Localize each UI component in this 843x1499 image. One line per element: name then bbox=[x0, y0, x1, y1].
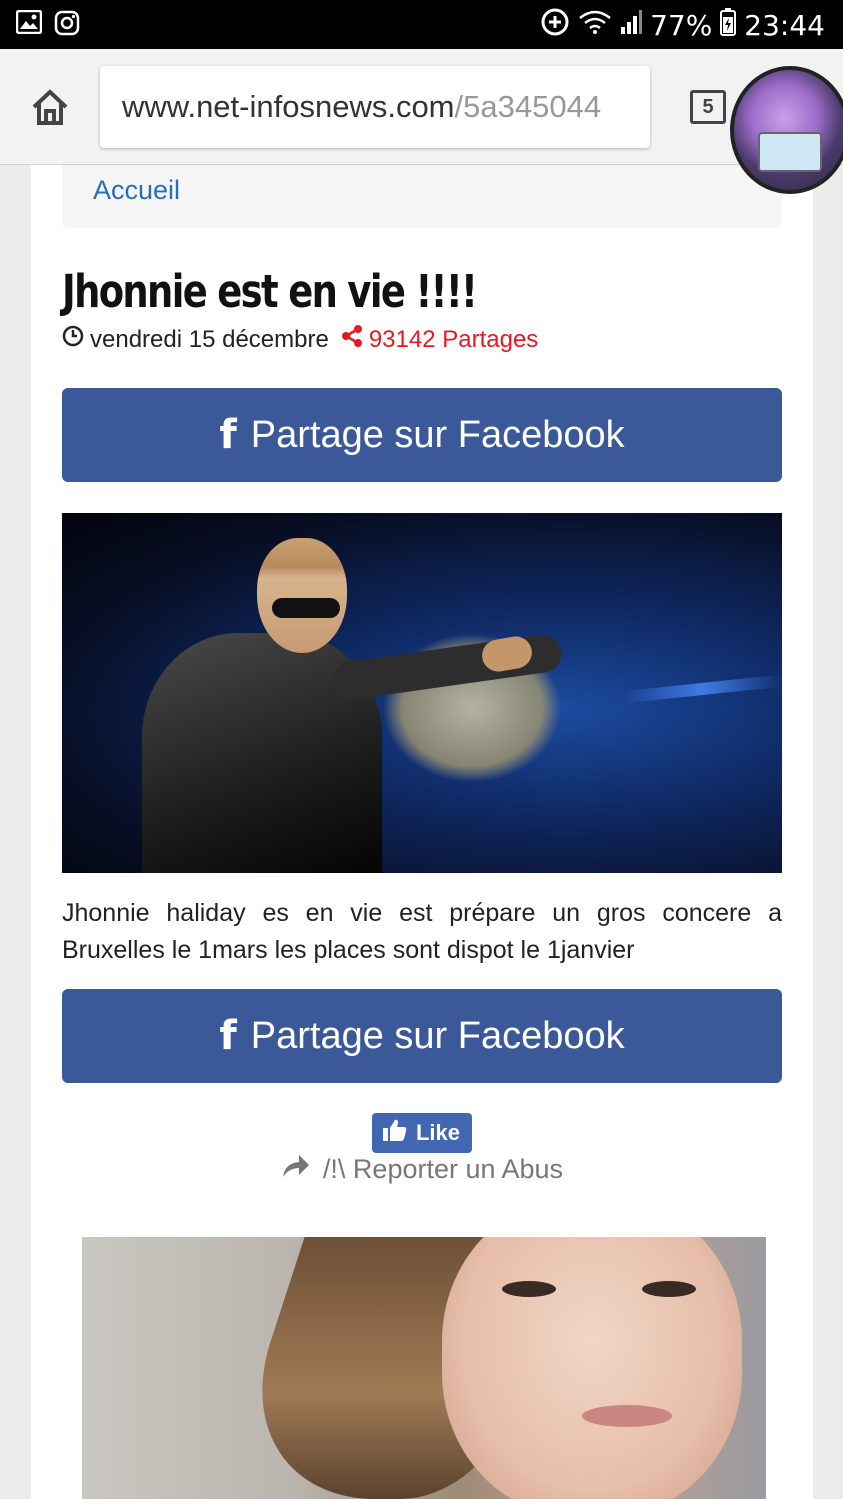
thumbs-up-icon bbox=[382, 1118, 408, 1148]
status-bar: 77% 23:44 bbox=[0, 0, 843, 49]
facebook-f-icon: f bbox=[219, 1013, 237, 1059]
like-container: Like bbox=[31, 1113, 813, 1153]
browser-toolbar: www.net-infosnews.com/5a345044 5 bbox=[0, 49, 843, 165]
signal-icon bbox=[620, 9, 643, 42]
floating-avatar[interactable] bbox=[730, 66, 843, 194]
like-label: Like bbox=[415, 1120, 461, 1145]
instagram-icon bbox=[54, 10, 80, 41]
clock-time: 23:44 bbox=[744, 9, 825, 42]
share-icon bbox=[341, 325, 363, 354]
breadcrumb-home-link[interactable]: Accueil bbox=[93, 175, 180, 205]
url-bar[interactable]: www.net-infosnews.com/5a345044 bbox=[100, 66, 650, 148]
shares-count: 93142 Partages bbox=[341, 325, 538, 354]
article-page: Accueil Jhonnie est en vie !!!! vendredi… bbox=[31, 165, 813, 1499]
facebook-f-icon: f bbox=[219, 412, 237, 458]
article-date: vendredi 15 décembre bbox=[90, 325, 329, 353]
gallery-icon bbox=[15, 9, 43, 41]
article-meta: vendredi 15 décembre 93142 Partages bbox=[62, 325, 538, 354]
clock-icon bbox=[62, 325, 84, 354]
wifi-icon bbox=[578, 9, 612, 42]
report-abuse-link[interactable]: /!\ Reporter un Abus bbox=[31, 1153, 813, 1186]
article-hero-image bbox=[62, 513, 782, 873]
shares-text: 93142 Partages bbox=[368, 325, 539, 353]
home-icon[interactable] bbox=[28, 85, 72, 129]
share-facebook-label: Partage sur Facebook bbox=[250, 1014, 625, 1057]
battery-icon bbox=[720, 8, 737, 43]
tab-switcher-button[interactable]: 5 bbox=[690, 90, 726, 124]
share-facebook-button-top[interactable]: f Partage sur Facebook bbox=[62, 388, 782, 482]
avatar-photo-detail bbox=[758, 132, 822, 172]
data-saver-icon bbox=[540, 7, 570, 44]
forward-arrow-icon bbox=[281, 1153, 311, 1186]
breadcrumb: Accueil bbox=[62, 165, 782, 228]
report-abuse-label: /!\ Reporter un Abus bbox=[322, 1154, 564, 1184]
url-domain: www.net-infosnews.com bbox=[122, 89, 455, 124]
article-title: Jhonnie est en vie !!!! bbox=[62, 265, 478, 318]
facebook-like-button[interactable]: Like bbox=[371, 1113, 473, 1153]
url-path: /5a345044 bbox=[454, 89, 602, 124]
promo-image[interactable] bbox=[82, 1237, 766, 1499]
share-facebook-button-bottom[interactable]: f Partage sur Facebook bbox=[62, 989, 782, 1083]
share-facebook-label: Partage sur Facebook bbox=[250, 413, 625, 456]
article-body: Jhonnie haliday es en vie est prépare un… bbox=[62, 899, 782, 964]
battery-percent: 77% bbox=[650, 9, 713, 42]
